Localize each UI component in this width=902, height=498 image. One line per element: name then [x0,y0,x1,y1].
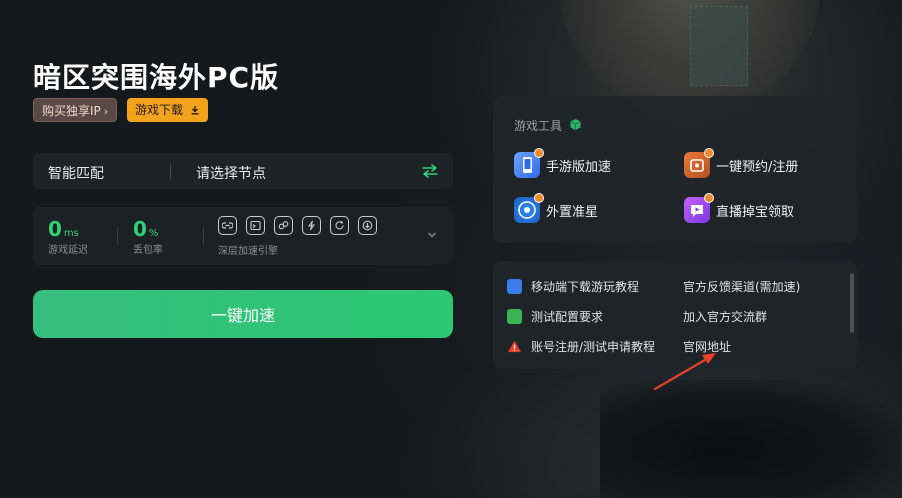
terminal-icon[interactable] [246,216,265,235]
reserve-icon [684,148,714,178]
link-join-group[interactable]: 加入官方交流群 [683,308,767,325]
game-title: 暗区突围海外PC版 [33,61,280,94]
scrollbar[interactable] [850,273,854,333]
loss-unit: % [148,228,159,239]
tool-live-drops[interactable]: 直播掉宝领取 [684,193,795,223]
link-label: 官方反馈渠道(需加速) [683,280,801,294]
tool-label: 直播掉宝领取 [716,204,795,220]
link-official-feedback[interactable]: 官方反馈渠道(需加速) [683,278,800,295]
delay-label: 游戏延迟 [48,245,88,256]
tool-reserve-register[interactable]: 一键预约/注册 [684,148,799,178]
match-mode-selector[interactable]: 智能匹配 [48,163,104,183]
link-label: 账号注册/测试申请教程 [531,340,656,354]
download-icon [191,106,199,115]
stats-panel: 0 ms 游戏延迟 0% 丢包率 深层加速引擎 [33,207,453,265]
mobile-icon [514,148,544,178]
game-tools-panel: 游戏工具 手游版加速 一键预约/注册 外置准星 直播掉宝领取 [493,96,857,243]
live-icon [684,193,714,223]
engine-label: 深层加速引擎 [218,246,278,257]
loss-stat: 0% 丢包率 [133,217,163,256]
node-bar: 智能匹配 请选择节点 [33,153,453,189]
game-download-button[interactable]: 游戏下载 [127,98,208,122]
warning-icon [507,340,522,353]
accelerate-button[interactable]: 一键加速 [33,290,453,338]
divider [117,227,118,245]
background-soldiers [600,380,900,498]
divider [170,164,171,179]
pencil-icon [507,309,522,324]
tool-mobile-accelerate[interactable]: 手游版加速 [514,148,612,178]
link-label: 移动端下载游玩教程 [531,280,640,294]
refresh-icon[interactable] [330,216,349,235]
node-selector[interactable]: 请选择节点 [196,163,266,183]
game-download-label: 游戏下载 [135,103,184,117]
swap-icon[interactable] [421,163,439,179]
delay-stat: 0 ms 游戏延迟 [48,217,88,256]
chevron-right-icon: › [103,105,109,118]
nodes-icon[interactable] [274,216,293,235]
link-icon[interactable] [218,216,237,235]
background-patch [690,6,748,86]
chevron-down-icon[interactable] [427,231,437,239]
delay-value: 0 [48,217,62,241]
tool-label: 外置准星 [546,204,599,220]
link-account-register-tutorial[interactable]: 账号注册/测试申请教程 [507,338,655,355]
tools-title: 游戏工具 [514,119,563,133]
link-label: 测试配置要求 [531,310,604,324]
link-label: 加入官方交流群 [683,310,768,324]
loss-value: 0 [133,217,147,241]
crosshair-icon [514,193,544,223]
engine-icons [218,216,377,235]
loss-label: 丢包率 [133,245,163,256]
video-icon [507,279,522,294]
link-mobile-download-tutorial[interactable]: 移动端下载游玩教程 [507,278,639,295]
annotation-arrow [653,353,716,391]
link-test-config[interactable]: 测试配置要求 [507,308,603,325]
tool-label: 一键预约/注册 [716,159,799,175]
buy-ip-label: 购买独享IP [42,104,101,118]
download-circle-icon[interactable] [358,216,377,235]
buy-ip-button[interactable]: 购买独享IP › [33,98,118,122]
tool-label: 手游版加速 [546,159,612,175]
bolt-icon[interactable] [302,216,321,235]
divider [203,227,204,245]
delay-unit: ms [63,228,79,239]
tool-external-crosshair[interactable]: 外置准星 [514,193,599,223]
cube-icon [570,119,581,130]
